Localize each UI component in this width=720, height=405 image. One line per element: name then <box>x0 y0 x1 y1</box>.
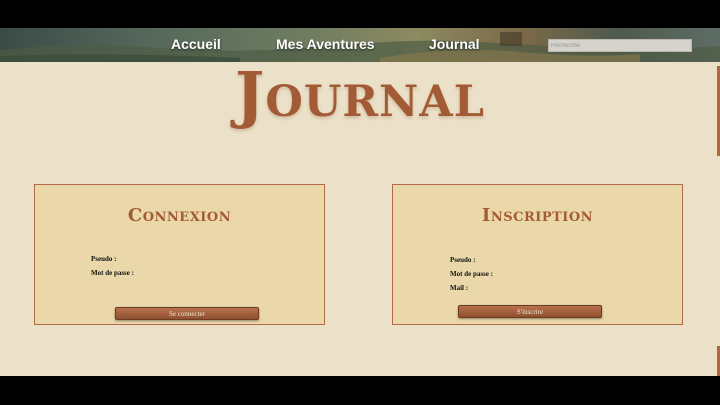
login-title: Connexion <box>127 205 232 226</box>
register-password-label: Mot de passe : <box>450 270 493 278</box>
nav-link-mes-aventures[interactable]: Mes Aventures <box>276 36 375 52</box>
navbar: Accueil Mes Aventures Journal <box>0 28 720 62</box>
register-title: Inscription <box>481 205 594 226</box>
register-panel: Inscription Pseudo : Mot de passe : Mail… <box>392 184 683 325</box>
page-viewport: Accueil Mes Aventures Journal Journal Co… <box>0 28 720 376</box>
login-submit-button[interactable]: Se connecter <box>115 307 259 320</box>
login-panel: Connexion Pseudo : Mot de passe : Se con… <box>34 184 325 325</box>
page-title: Journal <box>235 58 485 131</box>
register-pseudo-label: Pseudo : <box>450 256 476 264</box>
search-input[interactable] <box>548 39 692 52</box>
register-submit-button[interactable]: S'inscrire <box>458 305 602 318</box>
nav-link-accueil[interactable]: Accueil <box>171 36 221 52</box>
login-pseudo-label: Pseudo : <box>91 255 117 263</box>
nav-link-journal[interactable]: Journal <box>429 36 480 52</box>
login-password-label: Mot de passe : <box>91 269 134 277</box>
register-mail-label: Mail : <box>450 284 469 292</box>
